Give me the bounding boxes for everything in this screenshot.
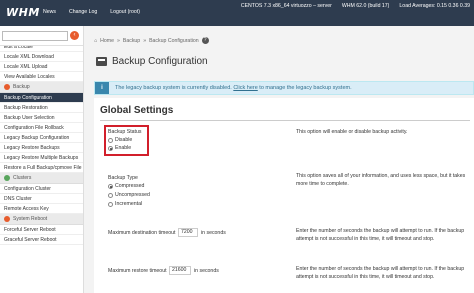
backup-type-compressed-option[interactable]: Compressed bbox=[108, 183, 144, 189]
radio-disable[interactable] bbox=[108, 137, 113, 143]
radio-label: Uncompressed bbox=[115, 192, 150, 198]
home-icon[interactable]: ⌂ bbox=[94, 38, 97, 44]
radio-label: Disable bbox=[115, 137, 133, 143]
top-bar: WHM News Change Log Logout (root) CENTOS… bbox=[0, 0, 474, 26]
sidebar-item-backup-configuration[interactable]: Backup Configuration bbox=[0, 93, 83, 103]
global-settings-heading: Global Settings bbox=[100, 105, 174, 116]
radio-compressed[interactable] bbox=[108, 183, 113, 189]
nav-logout-link[interactable]: Logout (root) bbox=[110, 9, 140, 15]
max-destination-timeout-description: Enter the number of seconds the backup w… bbox=[296, 228, 465, 242]
backup-status-disable-option[interactable]: Disable bbox=[108, 137, 132, 143]
breadcrumb-backup[interactable]: Backup bbox=[123, 38, 140, 44]
help-icon[interactable]: ? bbox=[201, 37, 209, 44]
info-icon: i bbox=[95, 82, 109, 94]
sidebar-list: Edit a Locale Locale XML Download Locale… bbox=[0, 46, 83, 245]
radio-incremental[interactable] bbox=[108, 201, 113, 207]
alert-text: The legacy backup system is currently di… bbox=[109, 85, 352, 91]
whm-version: WHM 62.0 (build 17) bbox=[341, 3, 390, 9]
sidebar-item-restore-full-backup[interactable]: Restore a Full Backup/cpmove File bbox=[0, 163, 83, 173]
divider bbox=[100, 120, 470, 121]
category-label: System Reboot bbox=[13, 215, 48, 222]
sidebar-item-legacy-backup-config[interactable]: Legacy Backup Configuration bbox=[0, 133, 83, 143]
sidebar-category-system-reboot[interactable]: System Reboot bbox=[0, 214, 83, 225]
sidebar-item-legacy-restore-multiple[interactable]: Legacy Restore Multiple Backups bbox=[0, 153, 83, 163]
load-averages: Load Averages: 0.15 0.36 0.39 bbox=[399, 3, 470, 9]
backup-type-uncompressed-option[interactable]: Uncompressed bbox=[108, 192, 150, 198]
nav-changelog-link[interactable]: Change Log bbox=[69, 9, 97, 15]
server-os: CENTOS 7.3 x86_64 virtuozzo – server bbox=[240, 3, 332, 9]
search-input[interactable] bbox=[2, 31, 68, 41]
backup-type-label: Backup Type bbox=[108, 175, 138, 181]
sidebar-item-locale-xml-upload[interactable]: Locale XML Upload bbox=[0, 62, 83, 72]
backup-status-label: Backup Status bbox=[108, 129, 142, 135]
sidebar-item-backup-restoration[interactable]: Backup Restoration bbox=[0, 103, 83, 113]
chevron-left-icon[interactable]: ‹ bbox=[70, 31, 79, 40]
sidebar-item-dns-cluster[interactable]: DNS Cluster bbox=[0, 194, 83, 204]
category-label: Backup bbox=[13, 83, 30, 90]
alert-click-here-link[interactable]: Click here bbox=[233, 85, 257, 91]
radio-uncompressed[interactable] bbox=[108, 192, 113, 198]
radio-label: Enable bbox=[115, 145, 132, 151]
sidebar-item-view-locales[interactable]: View Available Locales bbox=[0, 72, 83, 82]
nav-news-link[interactable]: News bbox=[43, 9, 56, 15]
backup-icon bbox=[96, 57, 107, 66]
breadcrumb-home[interactable]: Home bbox=[100, 38, 114, 44]
sidebar-item-backup-user-selection[interactable]: Backup User Selection bbox=[0, 113, 83, 123]
sidebar-category-clusters[interactable]: Clusters bbox=[0, 173, 83, 184]
max-destination-timeout-input[interactable]: 7200 bbox=[178, 228, 198, 237]
sidebar-item-legacy-restore[interactable]: Legacy Restore Backups bbox=[0, 143, 83, 153]
alert-suffix: to manage the legacy backup system. bbox=[259, 85, 352, 91]
sidebar-item-locale-xml-download[interactable]: Locale XML Download bbox=[0, 52, 83, 62]
radio-enable[interactable] bbox=[108, 145, 113, 151]
sidebar-item-config-file-rollback[interactable]: Configuration File Rollback bbox=[0, 123, 83, 133]
breadcrumb-separator: » bbox=[116, 37, 120, 44]
max-restore-timeout-label: Maximum restore timeout bbox=[108, 268, 167, 274]
whm-logo[interactable]: WHM bbox=[6, 6, 40, 19]
sidebar-search: ‹ bbox=[0, 26, 83, 46]
reboot-icon bbox=[4, 216, 10, 222]
max-destination-timeout-label: Maximum destination timeout bbox=[108, 230, 176, 236]
alert-prefix: The legacy backup system is currently di… bbox=[115, 85, 232, 91]
sidebar-category-backup[interactable]: Backup bbox=[0, 82, 83, 93]
page-title: Backup Configuration bbox=[96, 56, 208, 67]
max-restore-timeout-input[interactable]: 21600 bbox=[169, 266, 191, 275]
backup-status-description: This option will enable or disable backu… bbox=[296, 129, 408, 135]
sidebar-item-forceful-reboot[interactable]: Forceful Server Reboot bbox=[0, 225, 83, 235]
backup-icon bbox=[4, 84, 10, 90]
server-info: CENTOS 7.3 x86_64 virtuozzo – server WHM… bbox=[241, 3, 470, 9]
breadcrumb-separator: » bbox=[143, 37, 147, 44]
radio-label: Compressed bbox=[115, 183, 145, 189]
category-label: Clusters bbox=[13, 174, 32, 181]
backup-type-incremental-option[interactable]: Incremental bbox=[108, 201, 142, 207]
top-nav: News Change Log Logout (root) bbox=[43, 9, 140, 15]
settings-panel: Global Settings Backup Status Disable En… bbox=[94, 98, 474, 293]
timeout-unit: in seconds bbox=[194, 268, 219, 274]
breadcrumb: ⌂ Home » Backup » Backup Configuration ? bbox=[94, 37, 209, 44]
radio-label: Incremental bbox=[115, 201, 143, 207]
backup-type-description: This option saves all of your informatio… bbox=[296, 173, 466, 187]
backup-status-enable-option[interactable]: Enable bbox=[108, 145, 131, 151]
max-restore-timeout-description: Enter the number of seconds the backup w… bbox=[296, 266, 465, 280]
timeout-unit: in seconds bbox=[201, 230, 226, 236]
info-alert: i The legacy backup system is currently … bbox=[94, 81, 474, 95]
clusters-icon bbox=[4, 175, 10, 181]
page-title-text: Backup Configuration bbox=[112, 56, 208, 67]
sidebar-item-graceful-reboot[interactable]: Graceful Server Reboot bbox=[0, 235, 83, 245]
breadcrumb-current: Backup Configuration bbox=[149, 37, 199, 44]
sidebar: ‹ Edit a Locale Locale XML Download Loca… bbox=[0, 26, 84, 293]
sidebar-item-remote-access-key[interactable]: Remote Access Key bbox=[0, 204, 83, 214]
sidebar-item-configuration-cluster[interactable]: Configuration Cluster bbox=[0, 184, 83, 194]
